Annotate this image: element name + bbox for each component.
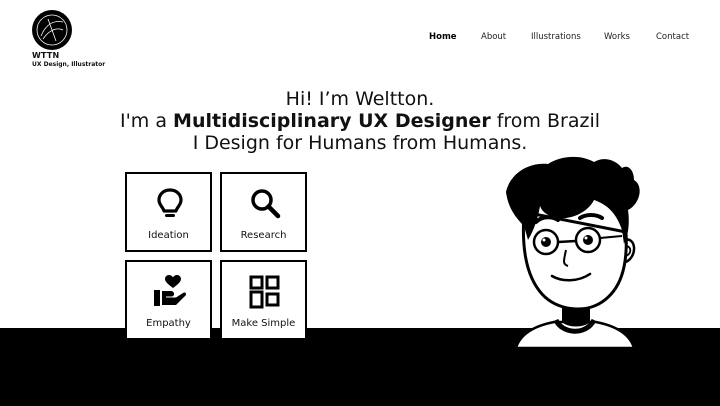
- hero-role-suffix: from Brazil: [490, 110, 601, 132]
- nav-item-works[interactable]: Works: [604, 32, 630, 42]
- hero-motto: I Design for Humans from Humans.: [192, 132, 528, 154]
- magnifier-icon: [251, 189, 281, 219]
- hand-heart-icon: [154, 275, 186, 306]
- avatar-illustration: [506, 156, 640, 348]
- layout-grid-icon: [249, 275, 280, 309]
- skill-card-make-simple[interactable]: Make Simple: [220, 260, 307, 340]
- nav-item-about[interactable]: About: [481, 32, 506, 42]
- hero-role: I'm a Multidisciplinary UX Designer from…: [0, 110, 720, 132]
- skill-label: Empathy: [146, 318, 191, 329]
- hero-intro: Hi! I’m Weltton. I'm a Multidisciplinary…: [0, 88, 720, 154]
- logo-mark-icon: [32, 10, 72, 50]
- skill-label: Research: [240, 230, 287, 241]
- nav-item-contact[interactable]: Contact: [656, 32, 689, 42]
- logo-name: WTTN: [32, 51, 60, 60]
- lightbulb-icon: [157, 188, 183, 217]
- skill-card-empathy[interactable]: Empathy: [125, 260, 212, 340]
- skill-card-ideation[interactable]: Ideation: [125, 172, 212, 252]
- logo-tagline: UX Design, Illustrator: [32, 61, 106, 68]
- hero-role-prefix: I'm a: [119, 110, 174, 132]
- hero-greeting: Hi! I’m Weltton.: [285, 88, 435, 110]
- nav-item-illustrations[interactable]: Illustrations: [531, 32, 581, 42]
- skill-label: Make Simple: [231, 318, 296, 329]
- hero-role-title: Multidisciplinary UX Designer: [173, 110, 491, 132]
- nav-item-home[interactable]: Home: [429, 32, 457, 42]
- main-nav: Home About Illustrations Works Contact: [0, 32, 720, 44]
- logo[interactable]: WTTN UX Design, Illustrator: [32, 10, 105, 68]
- skill-label: Ideation: [148, 230, 189, 241]
- skill-card-research[interactable]: Research: [220, 172, 307, 252]
